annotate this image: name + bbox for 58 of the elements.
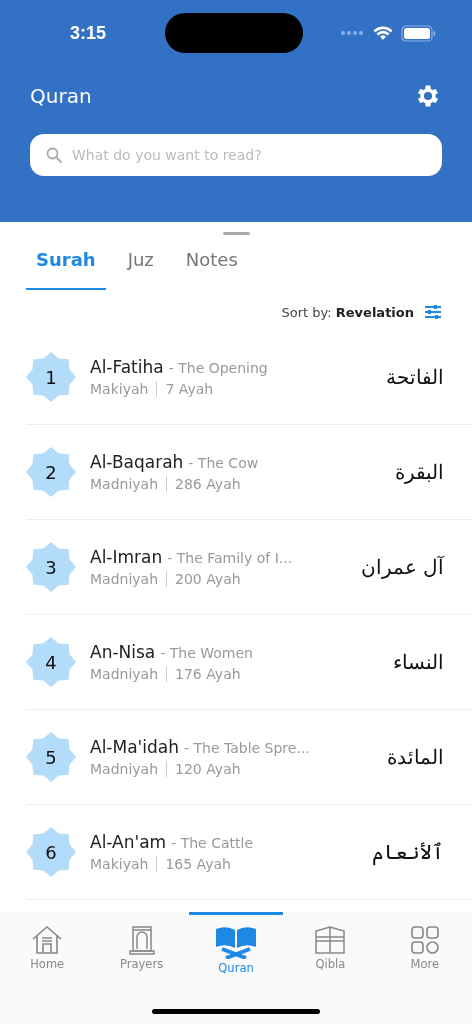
- surah-meaning: - The Cattle: [171, 835, 253, 851]
- nav-tab[interactable]: More: [377, 912, 472, 971]
- filter-icon[interactable]: [424, 304, 442, 320]
- surah-name: Al-An'am: [90, 832, 167, 852]
- house-icon: [31, 925, 64, 955]
- nav-tab[interactable]: Prayers: [94, 912, 189, 971]
- arabic-name: ٱلأنعام: [372, 840, 444, 864]
- wifi-icon: [373, 25, 393, 41]
- arabic-name: آل عمران: [360, 555, 444, 579]
- number-badge: 3: [26, 542, 76, 592]
- number-badge: 2: [26, 447, 76, 497]
- tab[interactable]: Surah: [26, 235, 106, 290]
- search-field[interactable]: What do you want to read?: [30, 134, 442, 176]
- nav-tab[interactable]: Home: [0, 912, 95, 971]
- open-book-icon: [214, 925, 258, 959]
- ayah-count: 165 Ayah: [165, 856, 231, 872]
- surah-name: Al-Baqarah: [90, 452, 184, 472]
- ayah-count: 120 Ayah: [175, 761, 241, 777]
- arabic-name: الفاتحة: [386, 365, 444, 389]
- surah-name: Al-Imran: [90, 547, 163, 567]
- ayah-count: 7 Ayah: [165, 381, 214, 397]
- ayah-count: 286 Ayah: [175, 476, 241, 492]
- search-icon: [46, 147, 62, 163]
- number-badge: 6: [26, 827, 76, 877]
- prayer-mat-icon: [127, 925, 156, 955]
- nav-tab[interactable]: Quran: [188, 912, 284, 975]
- revelation-type: Madniyah: [90, 571, 159, 587]
- grid-icon: [409, 925, 440, 955]
- kaaba-icon: [314, 925, 347, 955]
- status-time: 3:15: [70, 22, 107, 44]
- surah-meaning: - The Family of I...: [167, 550, 293, 566]
- surah-meaning: - The Opening: [168, 360, 268, 376]
- sort-button[interactable]: Sort by: Revelation: [281, 304, 414, 320]
- number-badge: 1: [26, 352, 76, 402]
- number-badge: 4: [26, 637, 76, 687]
- revelation-type: Madniyah: [90, 666, 159, 682]
- ayah-count: 200 Ayah: [175, 571, 241, 587]
- revelation-type: Madniyah: [90, 476, 159, 492]
- page-title: Quran: [30, 84, 92, 108]
- signal-icon: [341, 31, 365, 35]
- revelation-type: Madniyah: [90, 761, 159, 777]
- ayah-count: 176 Ayah: [175, 666, 241, 682]
- arabic-name: المائدة: [387, 745, 444, 769]
- battery-icon: [401, 24, 436, 42]
- surah-name: Al-Fatiha: [90, 357, 164, 377]
- surah-meaning: - The Women: [160, 645, 253, 661]
- revelation-type: Makiyah: [90, 381, 149, 397]
- number-badge: 5: [26, 732, 76, 782]
- revelation-type: Makiyah: [90, 856, 149, 872]
- arabic-name: النساء: [393, 650, 444, 674]
- surah-meaning: - The Cow: [188, 455, 259, 471]
- tab[interactable]: Juz: [117, 235, 164, 290]
- surah-meaning: - The Table Spre...: [183, 740, 310, 756]
- tab[interactable]: Notes: [175, 235, 248, 290]
- arabic-name: البقرة: [395, 460, 444, 484]
- surah-name: An-Nisa: [90, 642, 156, 662]
- surah-name: Al-Ma'idah: [90, 737, 179, 757]
- nav-tab[interactable]: Qibla: [283, 912, 378, 971]
